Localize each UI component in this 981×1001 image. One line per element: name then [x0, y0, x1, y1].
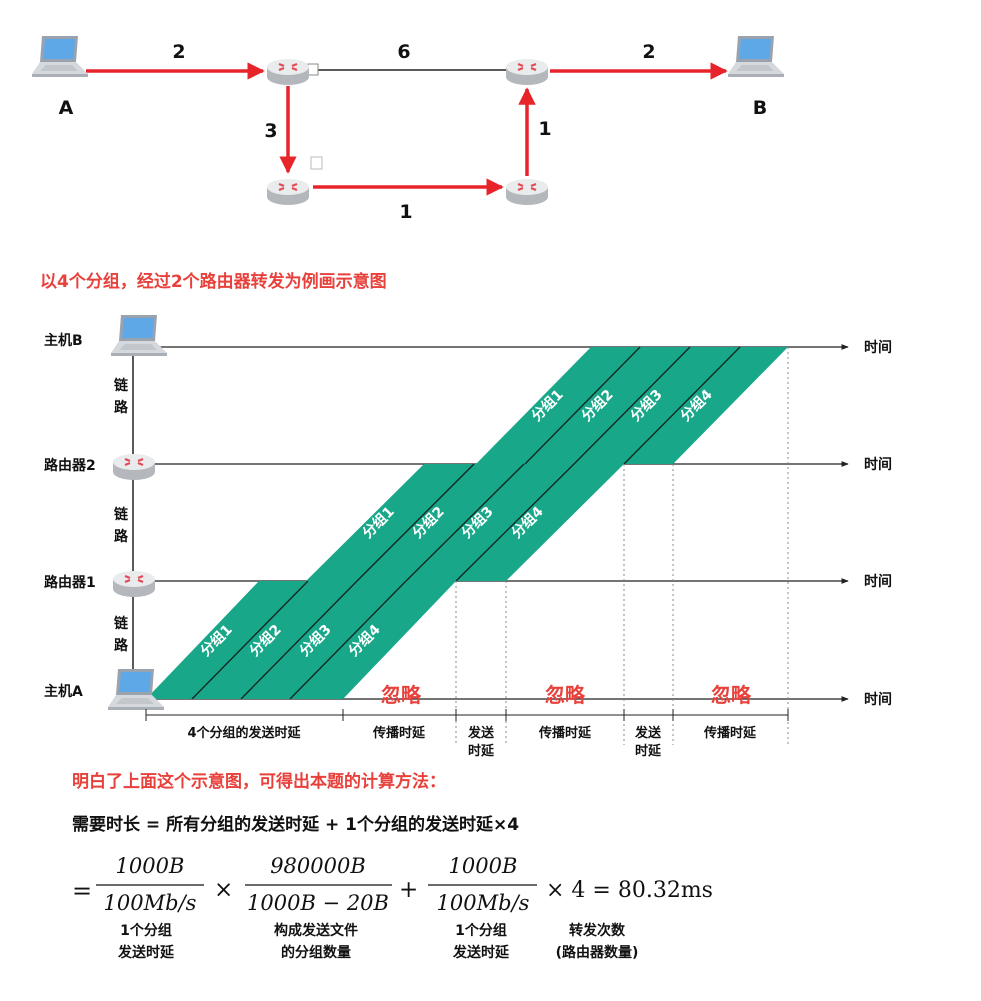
row-label-router-2: 路由器2 — [44, 457, 96, 474]
time-label-router-2: 时间 — [864, 456, 892, 473]
section-title: 以4个分组，经过2个路由器转发为例画示意图 — [40, 271, 387, 292]
row-label-host-a: 主机A — [44, 683, 83, 700]
note3-line2: 发送时延 — [452, 944, 510, 961]
formula-plus: + — [399, 877, 418, 903]
formula-eq: = — [72, 877, 92, 905]
link-r2-r4-cost: 1 — [399, 201, 412, 223]
segment-prop-label-2: 传播时延 — [538, 725, 592, 741]
row-label-router-1: 路由器1 — [44, 574, 96, 591]
link-r1-r3-cost: 6 — [397, 41, 410, 63]
link-label-1-top: 链 — [114, 377, 129, 394]
segment-send-label-2-bottom: 时延 — [635, 743, 662, 759]
timing-diagram: 分组1 分组2 分组3 分组4 分组1 分组2 分组3 分组4 分组1 分组2 … — [44, 315, 892, 759]
link-r1-r3-handle — [307, 63, 319, 76]
note1-line2: 发送时延 — [117, 944, 175, 961]
link-label-2-bottom: 路 — [114, 528, 129, 545]
host-a-label: A — [59, 97, 74, 119]
note2-line1: 构成发送文件 — [274, 922, 358, 939]
segment-send4-label: 4个分组的发送时延 — [187, 725, 301, 741]
explanation-heading: 明白了上面这个示意图，可得出本题的计算方法： — [72, 771, 446, 792]
link-r3-b-cost: 2 — [642, 41, 655, 63]
frac1-denominator: 100Mb/s — [104, 891, 197, 915]
link-r4-r3-cost: 1 — [538, 118, 551, 140]
network-diagram: A B 2 6 2 3 1 1 — [32, 36, 784, 223]
explanation: 明白了上面这个示意图，可得出本题的计算方法： 需要时长 = 所有分组的发送时延 … — [72, 771, 713, 961]
diagram-canvas: A B 2 6 2 3 1 1 以4个分组，经过2个路由器转发为例画示意图 分组… — [32, 36, 892, 961]
note4-line1: 转发次数 — [569, 922, 626, 939]
segment-send-label-1-top: 发送 — [467, 725, 495, 741]
host-a-laptop-icon — [32, 36, 88, 77]
host-b-label: B — [753, 97, 767, 119]
formula-times: × — [214, 877, 233, 903]
time-label-host-b: 时间 — [864, 339, 892, 356]
segment-prop-label-1: 传播时延 — [372, 725, 426, 741]
formula-tail: × 4 = 80.32ms — [546, 878, 713, 903]
note1-line1: 1个分组 — [120, 922, 172, 939]
ignore-label-2: 忽略 — [545, 683, 586, 707]
link-label-3-bottom: 路 — [114, 637, 129, 654]
delay-brackets — [145, 709, 789, 721]
segment-prop-label-3: 传播时延 — [703, 725, 757, 741]
note3-line1: 1个分组 — [455, 922, 507, 939]
router-2-timing-icon — [111, 452, 157, 482]
link-label-2-top: 链 — [114, 506, 129, 523]
frac2-numerator: 980000B — [270, 854, 366, 878]
router-3-icon — [504, 57, 550, 87]
ignore-label-1: 忽略 — [381, 683, 422, 707]
network-links — [86, 62, 728, 196]
link-a-r1-cost: 2 — [172, 41, 185, 63]
band-host-a-to-router-1 — [146, 581, 456, 699]
router-2-icon — [265, 177, 311, 207]
row-label-host-b: 主机B — [44, 332, 83, 349]
ignore-label-3: 忽略 — [711, 683, 752, 707]
frac1-numerator: 1000B — [116, 854, 185, 878]
segment-send-label-2-top: 发送 — [634, 725, 662, 741]
host-b-timing-icon — [111, 315, 167, 356]
note2-line2: 的分组数量 — [281, 944, 351, 961]
time-label-router-1: 时间 — [864, 573, 892, 590]
frac3-numerator: 1000B — [449, 854, 518, 878]
router-1-timing-icon — [111, 569, 157, 599]
link-label-3-top: 链 — [114, 615, 129, 632]
frac3-denominator: 100Mb/s — [437, 891, 530, 915]
segment-send-label-1-bottom: 时延 — [468, 743, 495, 759]
router-1-icon — [265, 57, 311, 87]
frac2-denominator: 1000B − 20B — [247, 891, 389, 915]
formula-text: 需要时长 = 所有分组的发送时延 + 1个分组的发送时延×4 — [72, 814, 519, 835]
host-b-laptop-icon — [728, 36, 784, 77]
note4-line2: (路由器数量) — [556, 944, 639, 961]
router-4-icon — [504, 177, 550, 207]
link-r1-r2-handle — [310, 156, 323, 170]
link-label-1-bottom: 路 — [114, 399, 129, 416]
time-label-host-a: 时间 — [864, 691, 892, 708]
link-r1-r2-cost: 3 — [264, 120, 277, 142]
